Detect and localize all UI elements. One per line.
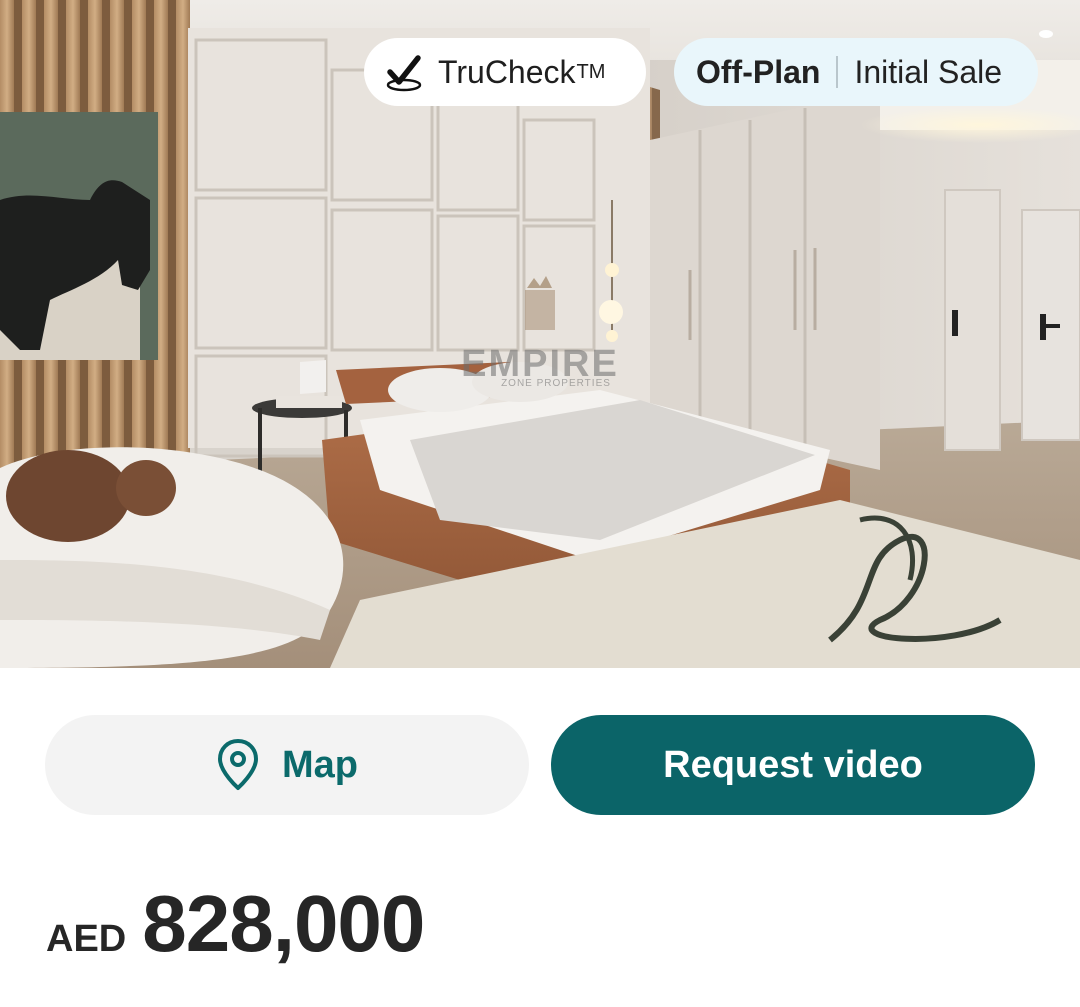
trucheck-badge[interactable]: TruCheck TM — [364, 38, 646, 106]
trademark-symbol: TM — [576, 60, 606, 83]
check-icon — [386, 55, 422, 92]
listing-price: AED 828,000 — [46, 878, 425, 970]
listing-photo[interactable]: EMPIRE ZONE PROPERTIES TruCheck TM Off-Pl… — [0, 0, 1080, 668]
map-button[interactable]: Map — [45, 715, 529, 815]
request-video-label: Request video — [663, 743, 923, 786]
map-button-label: Map — [282, 743, 358, 786]
price-currency: AED — [46, 918, 127, 960]
status-primary: Off-Plan — [696, 53, 821, 90]
location-pin-icon — [218, 739, 258, 790]
price-amount: 828,000 — [142, 879, 425, 968]
completion-status-badge: Off-Plan Initial Sale — [674, 38, 1038, 106]
watermark-subtitle: ZONE PROPERTIES — [501, 378, 611, 389]
request-video-button[interactable]: Request video — [551, 715, 1035, 815]
status-secondary: Initial Sale — [854, 53, 1003, 90]
trucheck-label: TruCheck — [438, 53, 576, 90]
status-divider — [836, 56, 839, 88]
